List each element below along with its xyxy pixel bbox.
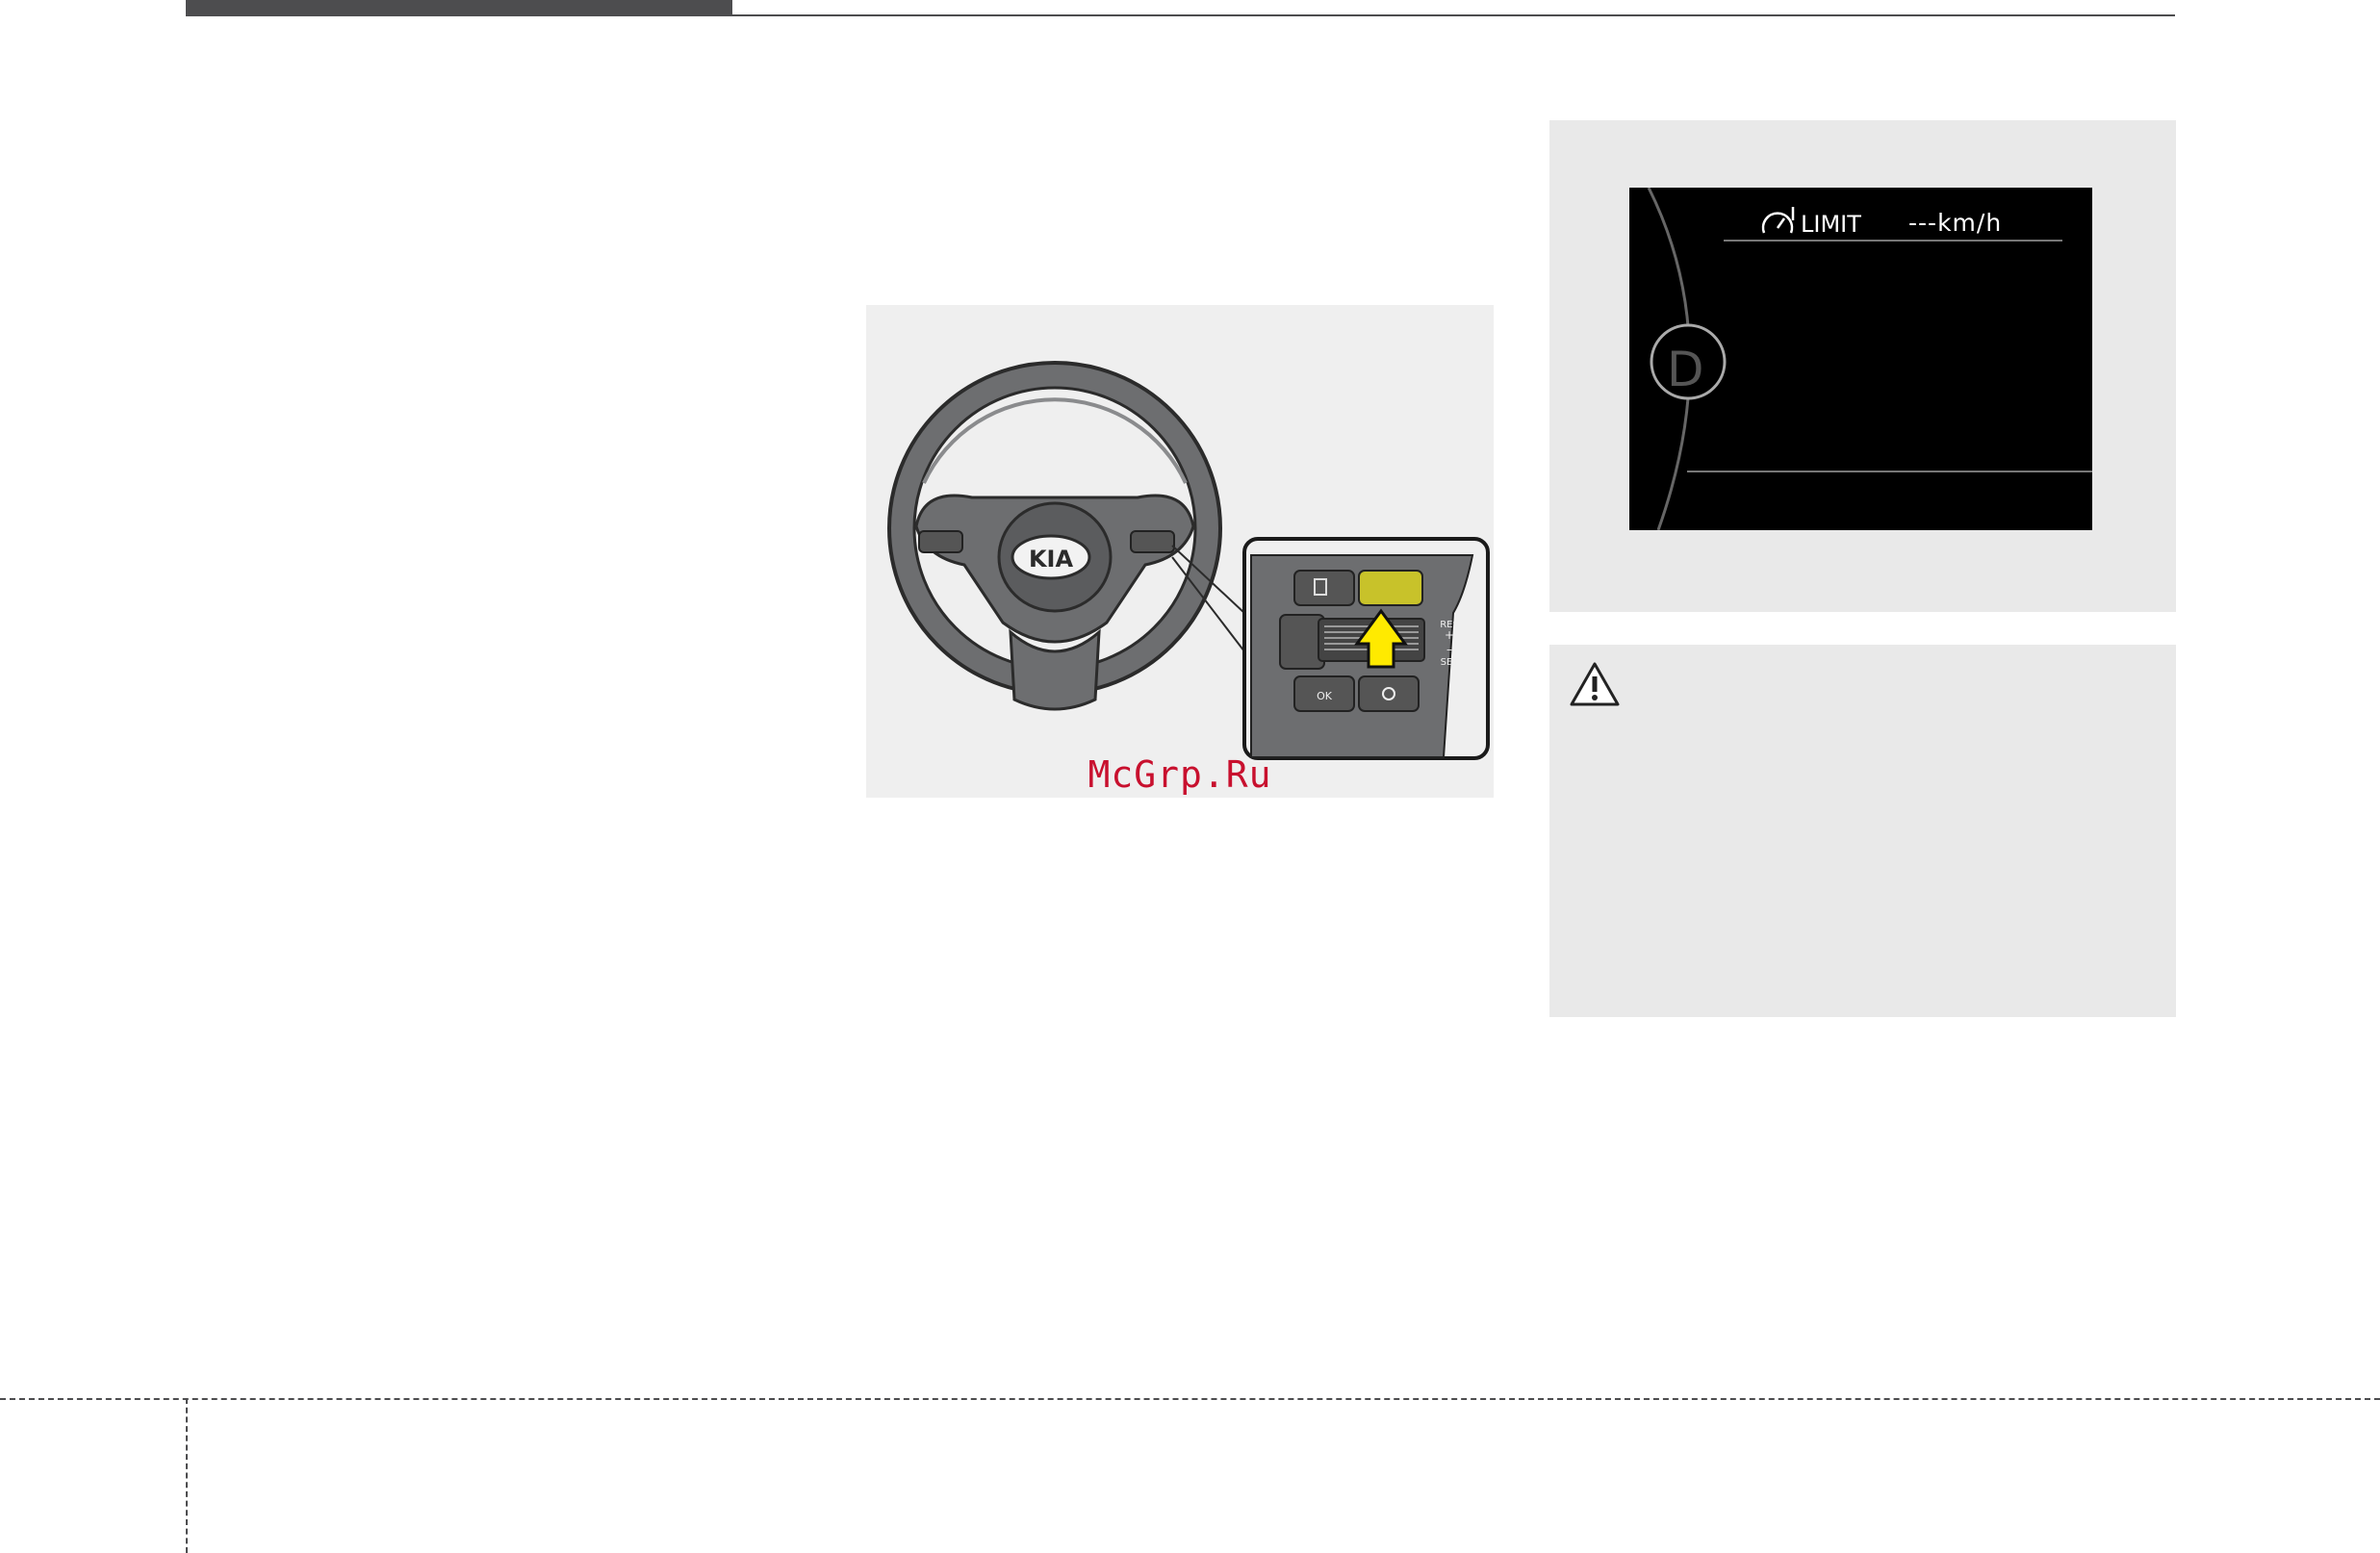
plus-label: +: [1445, 628, 1454, 642]
header-tab: [186, 0, 732, 16]
speedometer-limit-icon: [1761, 207, 1795, 234]
minus-label: –: [1446, 643, 1452, 656]
ok-button-label: OK: [1317, 690, 1333, 702]
limit-label: LIMIT: [1801, 211, 1861, 238]
set-label: SET: [1441, 657, 1460, 668]
cluster-display-figure: LIMIT ---km/h D: [1549, 120, 2176, 612]
caution-box: [1549, 645, 2176, 1017]
switch-inset: OK RES + – SET: [1242, 537, 1490, 760]
wheel-logo: KIA: [1029, 546, 1074, 573]
gear-indicator: D: [1667, 342, 1704, 397]
limit-value: ---km/h: [1908, 209, 2003, 237]
steering-wheel-figure: KIA OK RES + – SET McGrp.Ru: [866, 305, 1494, 798]
caution-triangle-icon: [1570, 662, 1620, 706]
steering-wheel-illustration: KIA OK RES + – SET: [887, 361, 1490, 760]
cluster-screen: LIMIT ---km/h D: [1629, 188, 2092, 530]
footer-rule: [0, 1398, 2380, 1400]
watermark: McGrp.Ru: [1088, 753, 1272, 796]
footer-vertical-rule: [186, 1398, 188, 1553]
header-rule: [732, 14, 2175, 16]
